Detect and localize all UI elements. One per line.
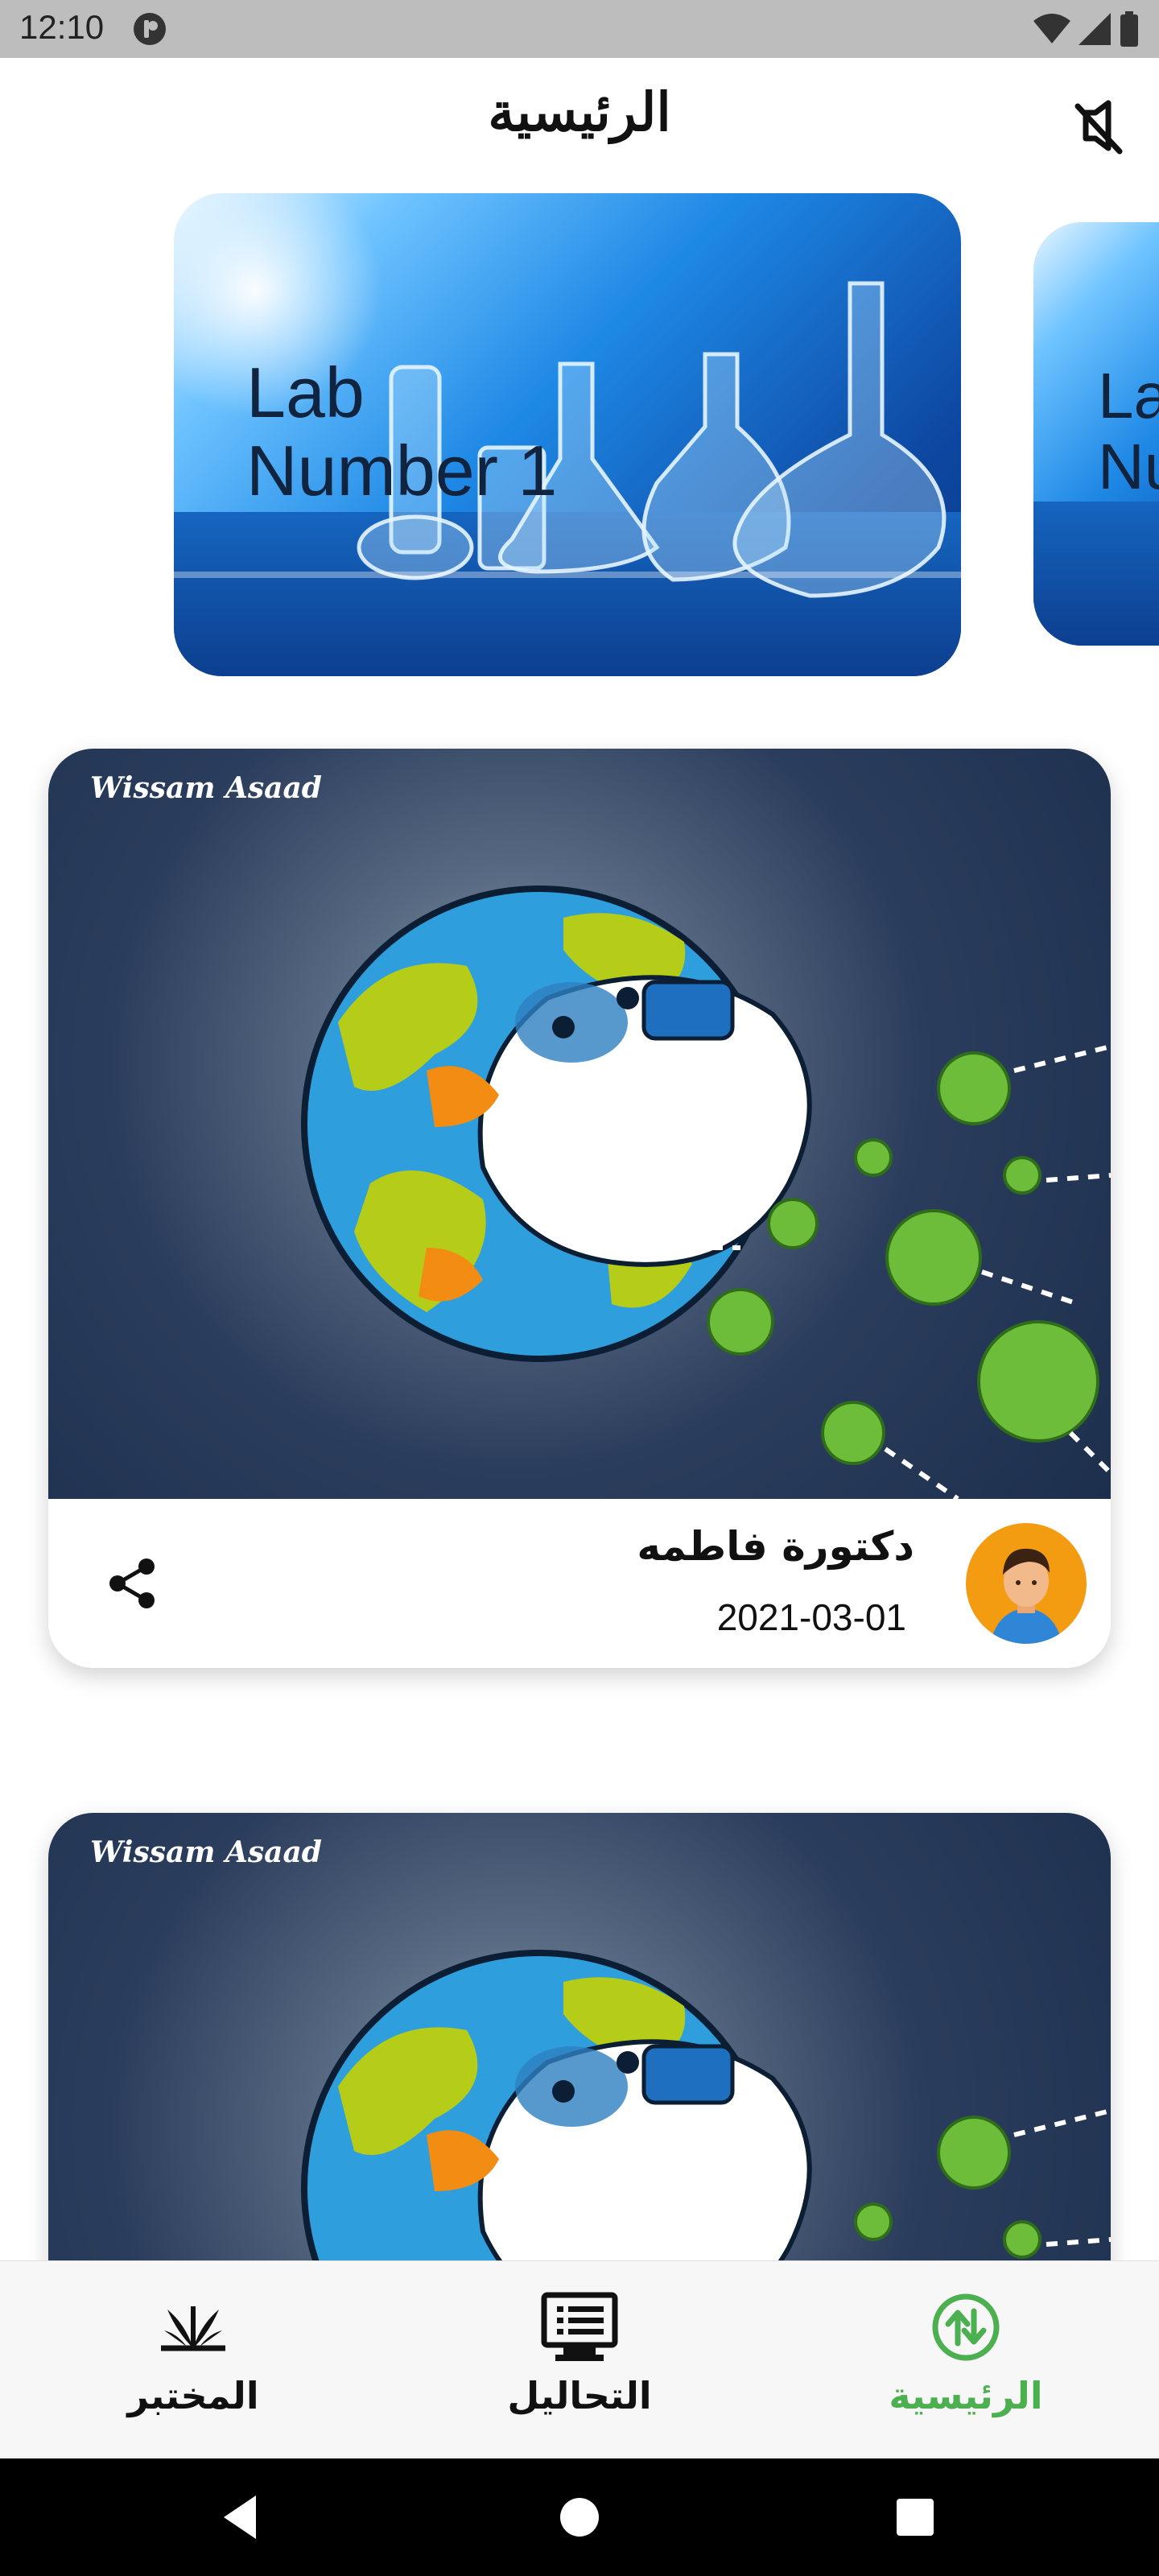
lab-card-title: La Nu <box>1098 361 1159 502</box>
post-footer: دكتورة فاطمه 2021-03-01 <box>48 1499 1111 1668</box>
recents-button[interactable] <box>889 2491 942 2544</box>
post-image: Wissam Asaad <box>48 749 1111 1499</box>
post-date: 2021-03-01 <box>716 1596 906 1638</box>
author-name: دكتورة فاطمه <box>637 1523 914 1570</box>
earth-virus-illustration <box>301 886 1111 1499</box>
post-card[interactable]: Wissam Asaad دكتورة فاطمه 2021-03-01 <box>48 749 1111 1668</box>
status-bar: 12:10 <box>0 0 1159 58</box>
status-time: 12:10 <box>19 8 105 46</box>
volume-off-icon <box>1074 100 1123 155</box>
home-swap-icon <box>932 2293 1000 2361</box>
lab-card[interactable]: La Nu <box>1033 222 1159 646</box>
lab-card-title-line2: Number 1 <box>246 430 558 510</box>
wifi-icon <box>1032 11 1072 50</box>
nav-item-lab[interactable]: المختبر <box>0 2261 386 2459</box>
share-icon <box>109 1558 155 1608</box>
nav-label-lab: المختبر <box>127 2374 259 2417</box>
lab-card-title-line1: La <box>1098 360 1159 431</box>
home-button[interactable] <box>553 2491 606 2544</box>
back-icon <box>224 2496 256 2539</box>
lab-carousel[interactable]: Lab Number 1 La Nu <box>0 190 1159 681</box>
home-icon <box>560 2498 599 2537</box>
monitor-list-icon <box>541 2292 618 2361</box>
app-notification-icon <box>132 11 167 50</box>
mute-button[interactable] <box>1066 95 1131 159</box>
back-button[interactable] <box>216 2491 269 2544</box>
nav-item-home[interactable]: الرئيسية <box>773 2261 1159 2459</box>
app-bar: الرئيسية <box>0 58 1159 179</box>
page-title: الرئيسية <box>488 80 671 143</box>
lab-plant-icon <box>161 2306 225 2351</box>
signal-icon <box>1077 11 1112 50</box>
person-avatar-icon <box>990 1548 1062 1644</box>
nav-item-analyses[interactable]: التحاليل <box>386 2261 773 2459</box>
avatar[interactable] <box>966 1523 1087 1644</box>
battery-icon <box>1119 11 1140 50</box>
brand-watermark: Wissam Asaad <box>90 771 322 805</box>
system-nav-bar <box>0 2458 1159 2576</box>
nav-label-analyses: التحاليل <box>507 2374 652 2417</box>
lab-card-title-line2: Nu <box>1098 431 1159 502</box>
lab-card-title: Lab Number 1 <box>246 353 558 510</box>
share-button[interactable] <box>105 1555 169 1620</box>
lab-card-title-line1: Lab <box>246 353 365 432</box>
nav-label-home: الرئيسية <box>889 2374 1043 2417</box>
brand-watermark: Wissam Asaad <box>90 1835 322 1869</box>
lab-card[interactable]: Lab Number 1 <box>174 193 961 676</box>
bottom-nav: المختبر التحاليل الرئيسية <box>0 2260 1159 2458</box>
recents-icon <box>897 2499 934 2536</box>
